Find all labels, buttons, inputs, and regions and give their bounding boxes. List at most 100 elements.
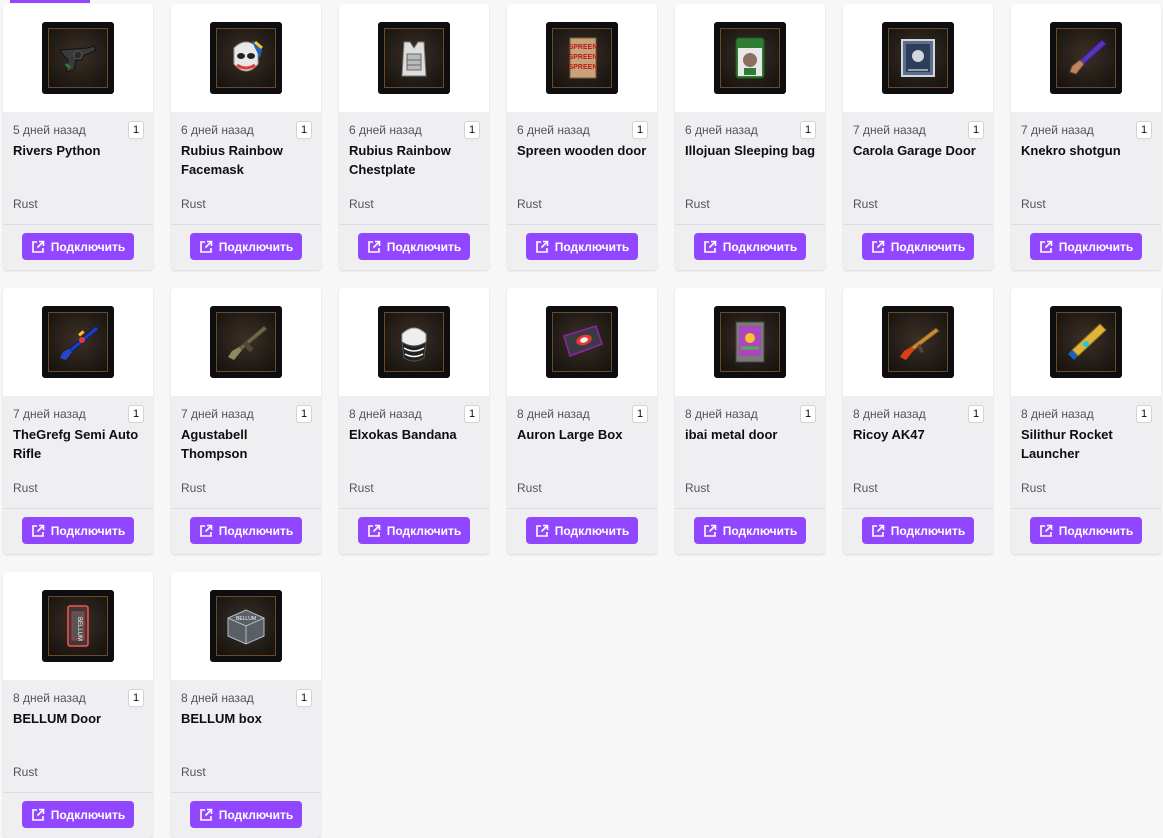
sleeping-bag-icon bbox=[726, 34, 774, 82]
drop-card: 7 дней назад 1 Carola Garage Door Rust П… bbox=[843, 4, 993, 270]
connect-button[interactable]: Подключить bbox=[526, 233, 638, 260]
connect-button[interactable]: Подключить bbox=[694, 517, 806, 544]
card-divider bbox=[3, 224, 153, 225]
item-name: Ricoy AK47 bbox=[853, 427, 925, 442]
game-name: Rust bbox=[181, 765, 206, 779]
drop-date: 6 дней назад bbox=[181, 123, 254, 137]
item-thumbnail bbox=[42, 22, 114, 94]
connect-button[interactable]: Подключить bbox=[862, 517, 974, 544]
drop-date: 7 дней назад bbox=[13, 407, 86, 421]
drop-card: 8 дней назад 1 Silithur Rocket Launcher … bbox=[1011, 288, 1161, 554]
item-name: ibai metal door bbox=[685, 427, 778, 442]
connect-button[interactable]: Подключить bbox=[22, 801, 134, 828]
quantity-badge: 1 bbox=[128, 689, 144, 707]
connect-button-label: Подключить bbox=[1058, 239, 1134, 254]
card-divider bbox=[507, 224, 657, 225]
card-divider bbox=[3, 792, 153, 793]
drop-card: 6 дней назад 1 Illojuan Sleeping bag Rus… bbox=[675, 4, 825, 270]
connect-button-label: Подключить bbox=[218, 523, 294, 538]
item-thumbnail bbox=[210, 22, 282, 94]
drop-date: 8 дней назад bbox=[853, 407, 926, 421]
item-image-area bbox=[171, 4, 321, 112]
item-thumbnail bbox=[882, 306, 954, 378]
card-divider bbox=[171, 508, 321, 509]
svg-text:SPREEN: SPREEN bbox=[569, 64, 598, 71]
quantity-badge: 1 bbox=[296, 405, 312, 423]
connect-button[interactable]: Подключить bbox=[22, 233, 134, 260]
card-divider bbox=[1011, 224, 1161, 225]
card-divider bbox=[507, 508, 657, 509]
connect-button[interactable]: Подключить bbox=[1030, 517, 1142, 544]
external-link-icon bbox=[199, 524, 213, 538]
game-name: Rust bbox=[853, 197, 878, 211]
item-image-area: SPREEN SPREEN SPREEN bbox=[507, 4, 657, 112]
external-link-icon bbox=[1039, 524, 1053, 538]
connect-button[interactable]: Подключить bbox=[190, 517, 302, 544]
item-image-area bbox=[843, 288, 993, 396]
item-name: Illojuan Sleeping bag bbox=[685, 143, 816, 158]
connect-button-label: Подключить bbox=[50, 239, 126, 254]
connect-button-label: Подключить bbox=[218, 807, 294, 822]
drop-card: 7 дней назад 1 Agustabell Thompson Rust … bbox=[171, 288, 321, 554]
game-name: Rust bbox=[181, 481, 206, 495]
game-name: Rust bbox=[517, 197, 542, 211]
connect-button-label: Подключить bbox=[50, 807, 126, 822]
quantity-badge: 1 bbox=[800, 405, 816, 423]
item-name: Rubius Rainbow Facemask bbox=[181, 143, 283, 177]
external-link-icon bbox=[535, 524, 549, 538]
item-image-area bbox=[339, 288, 489, 396]
external-link-icon bbox=[367, 524, 381, 538]
drop-date: 8 дней назад bbox=[349, 407, 422, 421]
drop-date: 6 дней назад bbox=[349, 123, 422, 137]
connect-button[interactable]: Подключить bbox=[1030, 233, 1142, 260]
connect-button[interactable]: Подключить bbox=[358, 517, 470, 544]
facemask-icon bbox=[222, 34, 270, 82]
connect-button-label: Подключить bbox=[1058, 523, 1134, 538]
item-image-area bbox=[1011, 4, 1161, 112]
drop-card: 6 дней назад 1 Rubius Rainbow Facemask R… bbox=[171, 4, 321, 270]
item-name: Carola Garage Door bbox=[853, 143, 976, 158]
drop-date: 7 дней назад bbox=[853, 123, 926, 137]
connect-button[interactable]: Подключить bbox=[358, 233, 470, 260]
rifle-icon bbox=[54, 318, 102, 366]
item-name: Agustabell Thompson bbox=[181, 427, 248, 461]
drop-date: 6 дней назад bbox=[517, 123, 590, 137]
external-link-icon bbox=[367, 240, 381, 254]
connect-button-label: Подключить bbox=[554, 239, 630, 254]
connect-button[interactable]: Подключить bbox=[526, 517, 638, 544]
connect-button-label: Подключить bbox=[554, 523, 630, 538]
external-link-icon bbox=[199, 240, 213, 254]
connect-button-label: Подключить bbox=[722, 523, 798, 538]
item-thumbnail bbox=[1050, 22, 1122, 94]
garage-door-icon bbox=[894, 34, 942, 82]
drop-date: 7 дней назад bbox=[1021, 123, 1094, 137]
item-name: Knekro shotgun bbox=[1021, 143, 1121, 158]
game-name: Rust bbox=[181, 197, 206, 211]
external-link-icon bbox=[31, 808, 45, 822]
drop-date: 8 дней назад bbox=[1021, 407, 1094, 421]
item-image-area bbox=[507, 288, 657, 396]
svg-text:BELLUM: BELLUM bbox=[236, 616, 256, 622]
drop-date: 8 дней назад bbox=[181, 691, 254, 705]
connect-button[interactable]: Подключить bbox=[22, 517, 134, 544]
quantity-badge: 1 bbox=[1136, 405, 1152, 423]
connect-button[interactable]: Подключить bbox=[190, 233, 302, 260]
quantity-badge: 1 bbox=[632, 121, 648, 139]
large-box-icon bbox=[558, 318, 606, 366]
item-thumbnail bbox=[378, 22, 450, 94]
card-divider bbox=[843, 508, 993, 509]
external-link-icon bbox=[31, 524, 45, 538]
external-link-icon bbox=[871, 240, 885, 254]
external-link-icon bbox=[31, 240, 45, 254]
connect-button[interactable]: Подключить bbox=[694, 233, 806, 260]
connect-button[interactable]: Подключить bbox=[190, 801, 302, 828]
box-icon: BELLUM bbox=[222, 602, 270, 650]
connect-button-label: Подключить bbox=[386, 523, 462, 538]
quantity-badge: 1 bbox=[968, 121, 984, 139]
connect-button[interactable]: Подключить bbox=[862, 233, 974, 260]
drop-card: 7 дней назад 1 Knekro shotgun Rust Подкл… bbox=[1011, 4, 1161, 270]
game-name: Rust bbox=[685, 481, 710, 495]
external-link-icon bbox=[871, 524, 885, 538]
card-divider bbox=[843, 224, 993, 225]
item-image-area: BELLUM bbox=[3, 572, 153, 680]
